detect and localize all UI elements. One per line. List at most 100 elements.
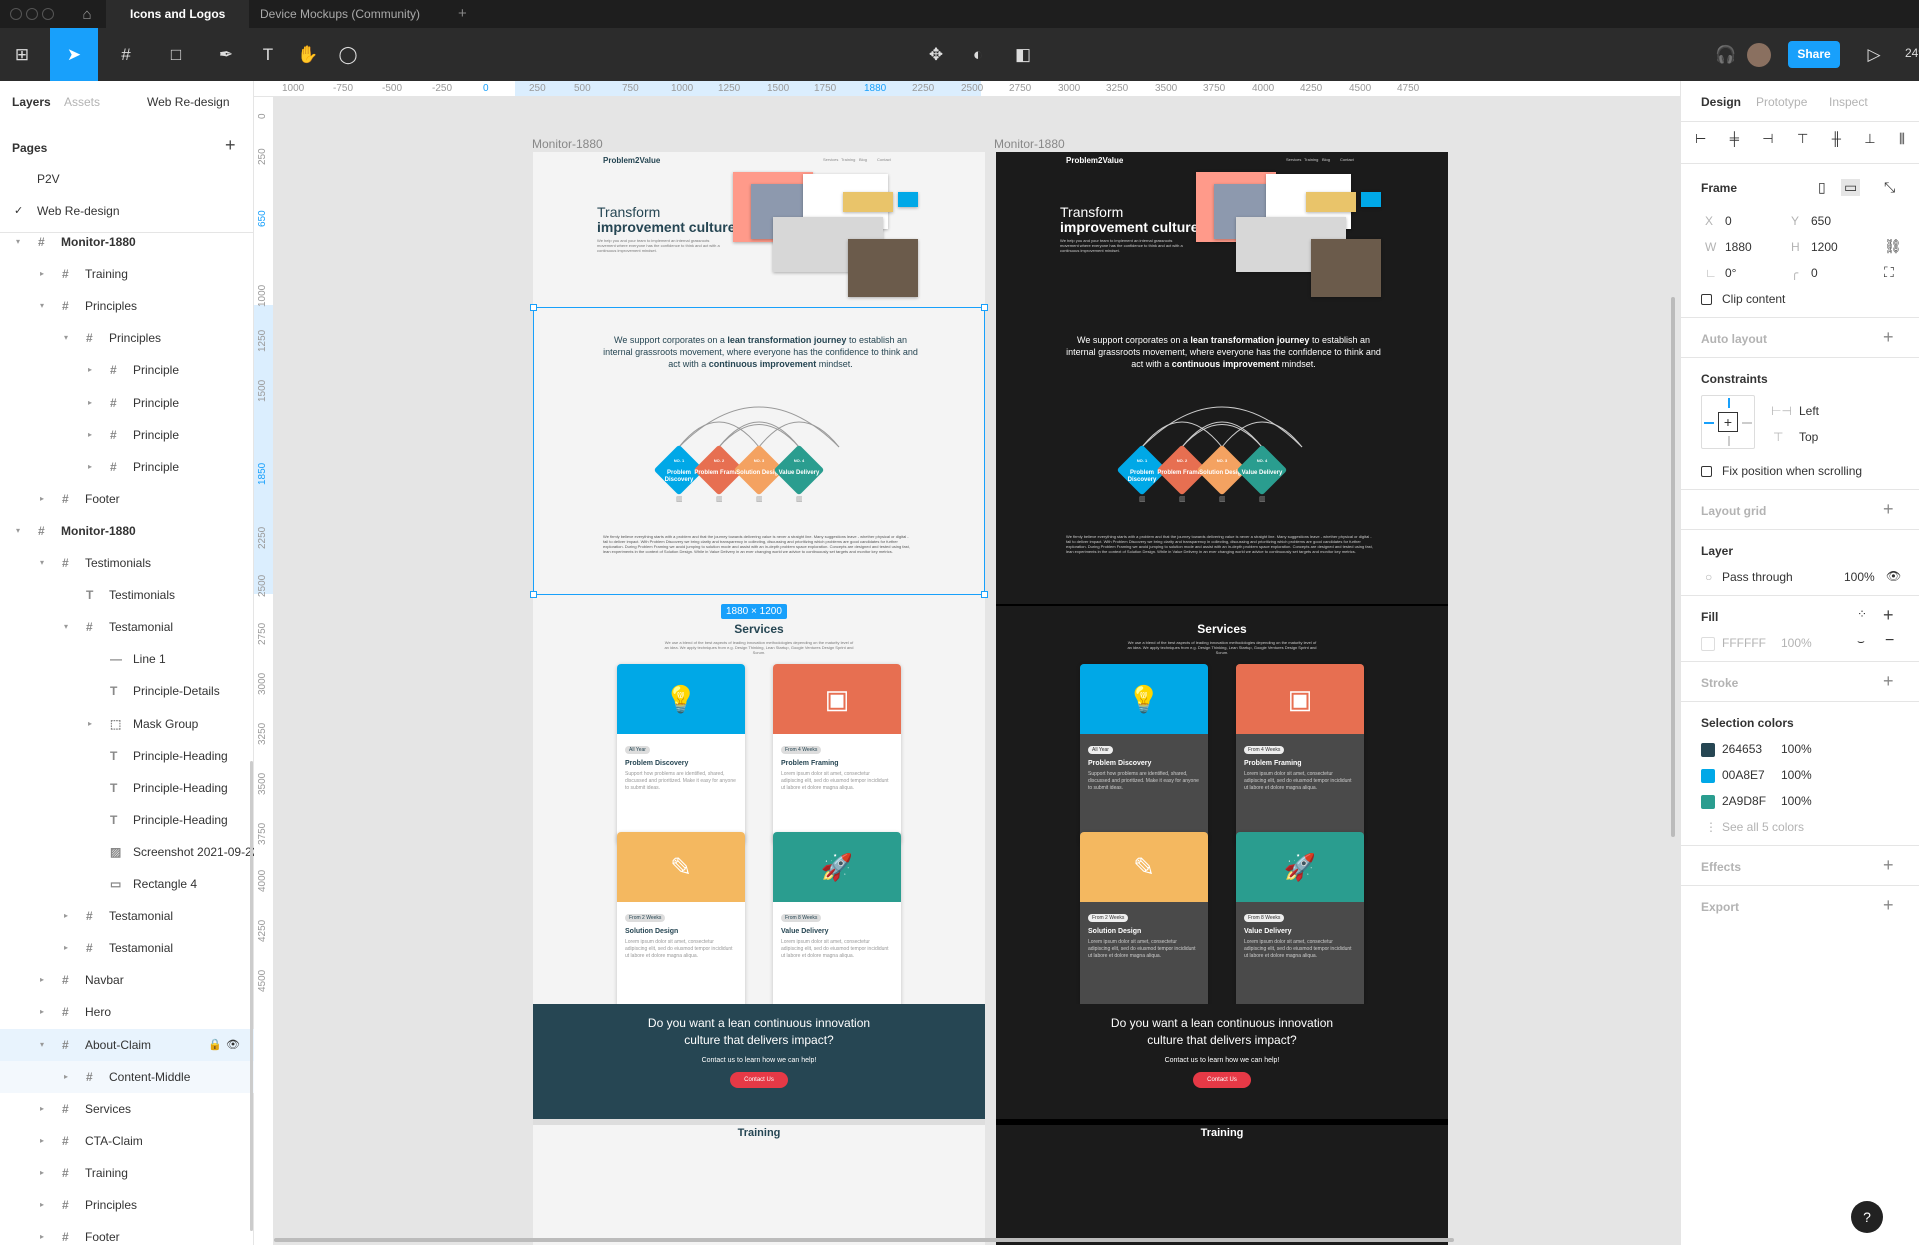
horizontal-constraint-select[interactable]: Left — [1799, 404, 1819, 418]
color-opacity[interactable]: 100% — [1781, 794, 1812, 808]
expand-caret-icon[interactable]: ▸ — [40, 1221, 44, 1245]
tab-inspect[interactable]: Inspect — [1829, 95, 1868, 109]
help-button[interactable]: ? — [1851, 1201, 1883, 1233]
site-nav-link[interactable]: Training — [841, 157, 855, 162]
site-nav-link[interactable]: Services — [1286, 157, 1301, 162]
monitor-frame-dark[interactable]: Problem2Value Services Training Blog Contact… — [996, 152, 1448, 1245]
frame-section-title[interactable]: Frame — [1701, 181, 1737, 195]
w-input[interactable]: 1880 — [1725, 240, 1752, 254]
layer-row[interactable]: — Line 1 — [0, 643, 254, 675]
corner-radius-input[interactable]: 0 — [1811, 266, 1818, 280]
visibility-eye-icon[interactable]: 👁 — [226, 1029, 240, 1061]
layer-row[interactable]: T Principle-Heading — [0, 740, 254, 772]
layer-row[interactable]: ▨ Screenshot 2021-09-22... — [0, 836, 254, 868]
expand-caret-icon[interactable]: ▸ — [64, 900, 68, 932]
window-maximize-dot[interactable] — [42, 8, 54, 20]
expand-caret-icon[interactable]: ▸ — [40, 1093, 44, 1125]
service-card[interactable]: 💡 All Year Problem Discovery Support how pr… — [1080, 664, 1208, 844]
color-swatch[interactable] — [1701, 795, 1715, 809]
y-input[interactable]: 650 — [1811, 214, 1831, 228]
layer-row[interactable]: ▸ # Principles — [0, 1189, 254, 1221]
layer-row[interactable]: ▸ # Testamonial — [0, 900, 254, 932]
home-icon[interactable]: ⌂ — [72, 0, 102, 28]
add-stroke-icon[interactable]: + — [1883, 671, 1894, 692]
layer-opacity-input[interactable]: 100% — [1844, 570, 1875, 584]
fill-opacity-input[interactable]: 100% — [1781, 636, 1812, 650]
expand-caret-icon[interactable]: ▸ — [40, 964, 44, 996]
layer-row[interactable]: ▸ # Footer — [0, 1221, 254, 1245]
expand-caret-icon[interactable]: ▸ — [88, 387, 92, 419]
landscape-icon[interactable]: ▭ — [1841, 179, 1861, 196]
layer-row[interactable]: ▾ # Principles — [0, 322, 254, 354]
fill-swatch[interactable] — [1701, 637, 1715, 651]
fix-position-checkbox[interactable] — [1701, 466, 1712, 477]
site-nav-link[interactable]: Blog — [859, 157, 867, 162]
vertical-constraint-select[interactable]: Top — [1799, 430, 1818, 444]
expand-caret-icon[interactable]: ▾ — [40, 290, 44, 322]
layer-row[interactable]: T Testimonials — [0, 579, 254, 611]
expand-caret-icon[interactable]: ▸ — [40, 1125, 44, 1157]
constraint-bottom-line[interactable] — [1728, 436, 1730, 446]
expand-caret-icon[interactable]: ▸ — [40, 996, 44, 1028]
page-selector[interactable]: Web Re-design — [147, 95, 230, 109]
canvas[interactable]: Monitor-1880 Monitor-1880 Problem2Value S… — [274, 97, 1680, 1245]
present-play-icon[interactable]: ▷ — [1856, 28, 1892, 81]
window-close-dot[interactable] — [10, 8, 22, 20]
layer-row[interactable]: ▾ # About-Claim 🔒 👁 — [0, 1028, 254, 1061]
expand-caret-icon[interactable]: ▸ — [64, 932, 68, 964]
new-tab-button[interactable]: + — [458, 0, 467, 28]
service-card[interactable]: 🚀 From 8 Weeks Value Delivery Lorem ipsum d… — [773, 832, 901, 1012]
boolean-group-icon[interactable]: ◧ — [1005, 28, 1041, 81]
align-right-icon[interactable]: ⊣ — [1762, 131, 1773, 151]
constraint-top-line[interactable] — [1728, 398, 1730, 408]
expand-caret-icon[interactable]: ▾ — [16, 515, 20, 547]
color-opacity[interactable]: 100% — [1781, 768, 1812, 782]
layer-row[interactable]: T Principle-Heading — [0, 772, 254, 804]
comment-tool-icon[interactable]: ◯ — [330, 28, 366, 81]
layer-row[interactable]: ▸ ⬚ Mask Group — [0, 708, 254, 740]
tab-design[interactable]: Design — [1701, 95, 1741, 109]
lock-icon[interactable]: 🔒 — [208, 1029, 222, 1061]
align-center-v-icon[interactable]: ╫ — [1832, 131, 1841, 151]
layer-row[interactable]: ▸ # Principle — [0, 387, 254, 419]
see-all-colors-link[interactable]: See all 5 colors — [1722, 820, 1804, 834]
layers-scrollbar[interactable] — [250, 761, 253, 1231]
layer-row[interactable]: ▸ # Testamonial — [0, 932, 254, 964]
frame-tool-icon[interactable]: # — [108, 28, 144, 81]
hand-tool-icon[interactable]: ✋ — [290, 28, 326, 81]
rotation-input[interactable]: 0° — [1725, 266, 1736, 280]
frame-label[interactable]: Monitor-1880 — [532, 137, 603, 151]
layer-row[interactable]: T Principle-Heading — [0, 804, 254, 836]
layer-row[interactable]: ▾ # Monitor-1880 — [0, 226, 254, 258]
tab-device-mockups[interactable]: Device Mockups (Community) — [260, 0, 420, 28]
avatar[interactable] — [1747, 43, 1771, 67]
expand-caret-icon[interactable]: ▸ — [64, 1061, 68, 1093]
expand-caret-icon[interactable]: ▾ — [40, 547, 44, 579]
layer-row[interactable]: ▸ # Principle — [0, 419, 254, 451]
component-icon[interactable]: ✥ — [918, 28, 954, 81]
layer-row[interactable]: T Principle-Details — [0, 675, 254, 707]
visibility-eye-icon[interactable]: 👁 — [1886, 569, 1901, 583]
share-button[interactable]: Share — [1788, 41, 1840, 68]
layer-row[interactable]: ▾ # Testamonial — [0, 611, 254, 643]
fill-hidden-eye-icon[interactable]: ⌣ — [1857, 634, 1865, 649]
expand-caret-icon[interactable]: ▸ — [88, 354, 92, 386]
fill-hex-input[interactable]: FFFFFF — [1722, 636, 1766, 650]
remove-fill-icon[interactable]: − — [1885, 632, 1894, 650]
expand-caret-icon[interactable]: ▾ — [16, 226, 20, 258]
add-effect-icon[interactable]: + — [1883, 855, 1894, 876]
expand-caret-icon[interactable]: ▸ — [40, 1189, 44, 1221]
layer-row[interactable]: ▸ # Hero — [0, 996, 254, 1028]
tab-icons-and-logos[interactable]: Icons and Logos — [106, 0, 250, 28]
distribute-icon[interactable]: ⫼ — [1899, 131, 1905, 151]
contact-us-button[interactable]: Contact Us — [1193, 1072, 1251, 1088]
x-input[interactable]: 0 — [1725, 214, 1732, 228]
page-p2v[interactable]: P2V — [37, 172, 60, 186]
constraint-right-line[interactable] — [1742, 422, 1752, 424]
color-opacity[interactable]: 100% — [1781, 742, 1812, 756]
blend-mode-select[interactable]: Pass through — [1722, 570, 1793, 584]
site-nav-link[interactable]: Contact — [877, 157, 891, 162]
move-tool-icon[interactable]: ➤ — [50, 28, 98, 81]
site-nav-link[interactable]: Training — [1304, 157, 1318, 162]
site-nav-link[interactable]: Contact — [1340, 157, 1354, 162]
